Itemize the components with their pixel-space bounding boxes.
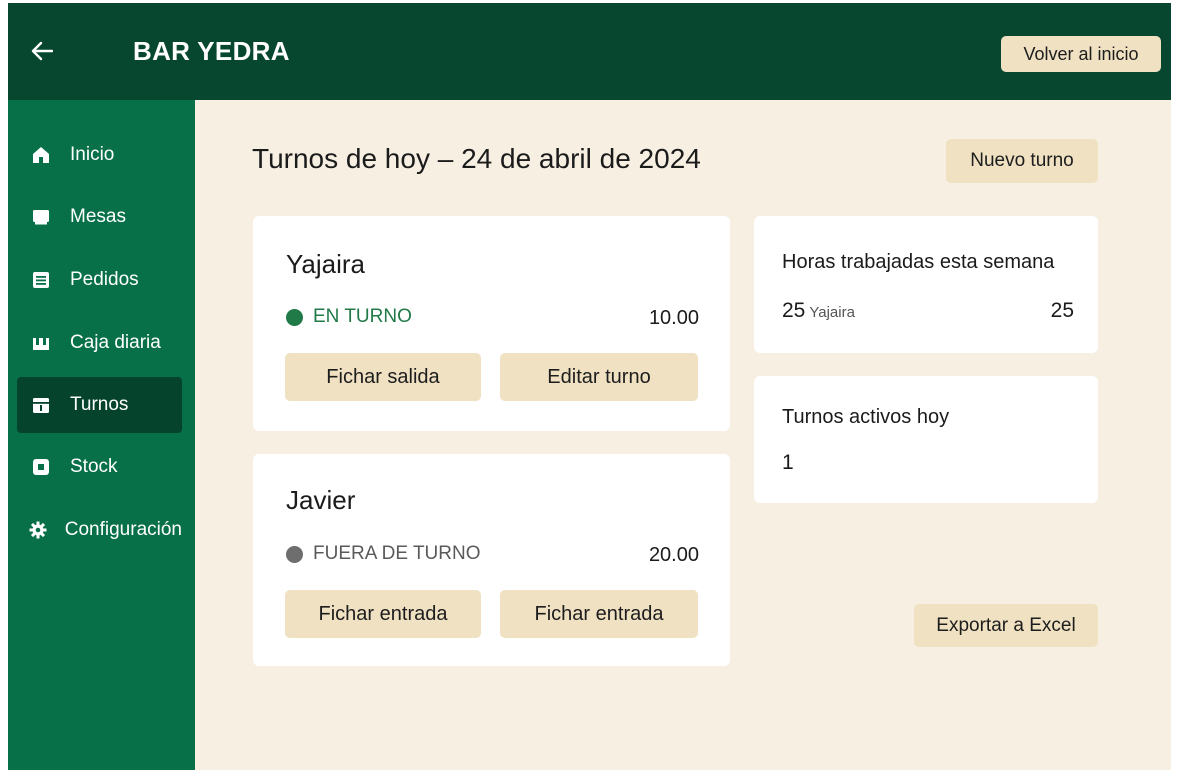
sidebar-item-turnos[interactable]: Turnos <box>17 377 182 433</box>
home-icon <box>29 143 53 167</box>
employee-name: Javier <box>286 485 356 515</box>
sidebar-item-configuracion[interactable]: Configuración <box>17 502 182 558</box>
new-shift-button[interactable]: Nuevo turno <box>946 139 1098 183</box>
status-dot-icon <box>286 545 303 563</box>
sidebar-item-label: Turnos <box>70 394 129 415</box>
status-dot-icon <box>286 308 303 326</box>
back-to-home-button[interactable]: Volver al inicio <box>1001 36 1161 72</box>
sidebar-item-label: Mesas <box>70 206 126 227</box>
orders-icon <box>29 268 53 292</box>
sidebar-item-mesas[interactable]: Mesas <box>17 189 182 245</box>
shifts-icon <box>29 393 53 417</box>
stock-icon <box>29 455 53 479</box>
sidebar-item-label: Stock <box>70 456 118 477</box>
hourly-rate: 20.00 <box>648 544 699 566</box>
active-shifts-card: Turnos activos hoy 1 <box>754 376 1098 503</box>
back-arrow-icon[interactable] <box>28 37 56 65</box>
table-icon <box>29 205 53 229</box>
app-window: BAR YEDRA Volver al inicio Inicio Mesas … <box>8 3 1171 770</box>
sidebar-item-label: Caja diaria <box>70 332 161 353</box>
sidebar: Inicio Mesas Pedidos Caja diaria Turnos <box>8 100 195 770</box>
app-title: BAR YEDRA <box>133 36 290 66</box>
sidebar-item-label: Inicio <box>70 144 115 165</box>
page-title: Turnos de hoy – 24 de abril de 2024 <box>252 143 701 174</box>
clock-out-button[interactable]: Fichar salida <box>285 353 481 401</box>
clock-in-button[interactable]: Fichar entrada <box>500 590 698 638</box>
cash-register-icon <box>29 331 53 355</box>
status-text: EN TURNO <box>313 306 412 327</box>
status-badge: EN TURNO <box>286 306 412 328</box>
employee-card: Yajaira EN TURNO 10.00 Fichar salida Edi… <box>253 216 730 431</box>
sidebar-item-label: Pedidos <box>70 269 139 290</box>
hourly-rate: 10.00 <box>648 307 699 329</box>
clock-in-button[interactable]: Fichar entrada <box>285 590 481 638</box>
hours-worked-value: 25 <box>782 299 806 322</box>
employee-name: Yajaira <box>286 249 366 279</box>
status-badge: FUERA DE TURNO <box>286 543 481 565</box>
status-text: FUERA DE TURNO <box>313 543 481 564</box>
hours-worked-title: Horas trabajadas esta semana <box>782 251 1055 273</box>
sidebar-item-pedidos[interactable]: Pedidos <box>17 252 182 308</box>
hours-worked-total: 25 <box>1050 299 1074 322</box>
hours-worked-employee: Yajaira <box>809 304 855 321</box>
sidebar-item-label: Configuración <box>64 519 182 540</box>
edit-shift-button[interactable]: Editar turno <box>500 353 698 401</box>
active-shifts-title: Turnos activos hoy <box>782 406 950 428</box>
employee-card: Javier FUERA DE TURNO 20.00 Fichar entra… <box>253 454 730 666</box>
export-excel-button[interactable]: Exportar a Excel <box>914 604 1098 647</box>
sidebar-item-inicio[interactable]: Inicio <box>17 127 182 183</box>
top-bar: BAR YEDRA Volver al inicio <box>8 3 1171 100</box>
active-shifts-value: 1 <box>782 451 794 474</box>
hours-worked-row: 25 Yajaira <box>782 299 855 323</box>
hours-worked-card: Horas trabajadas esta semana 25 Yajaira 2… <box>754 216 1098 353</box>
gear-icon <box>29 518 48 542</box>
sidebar-item-caja-diaria[interactable]: Caja diaria <box>17 315 182 371</box>
sidebar-item-stock[interactable]: Stock <box>17 439 182 495</box>
